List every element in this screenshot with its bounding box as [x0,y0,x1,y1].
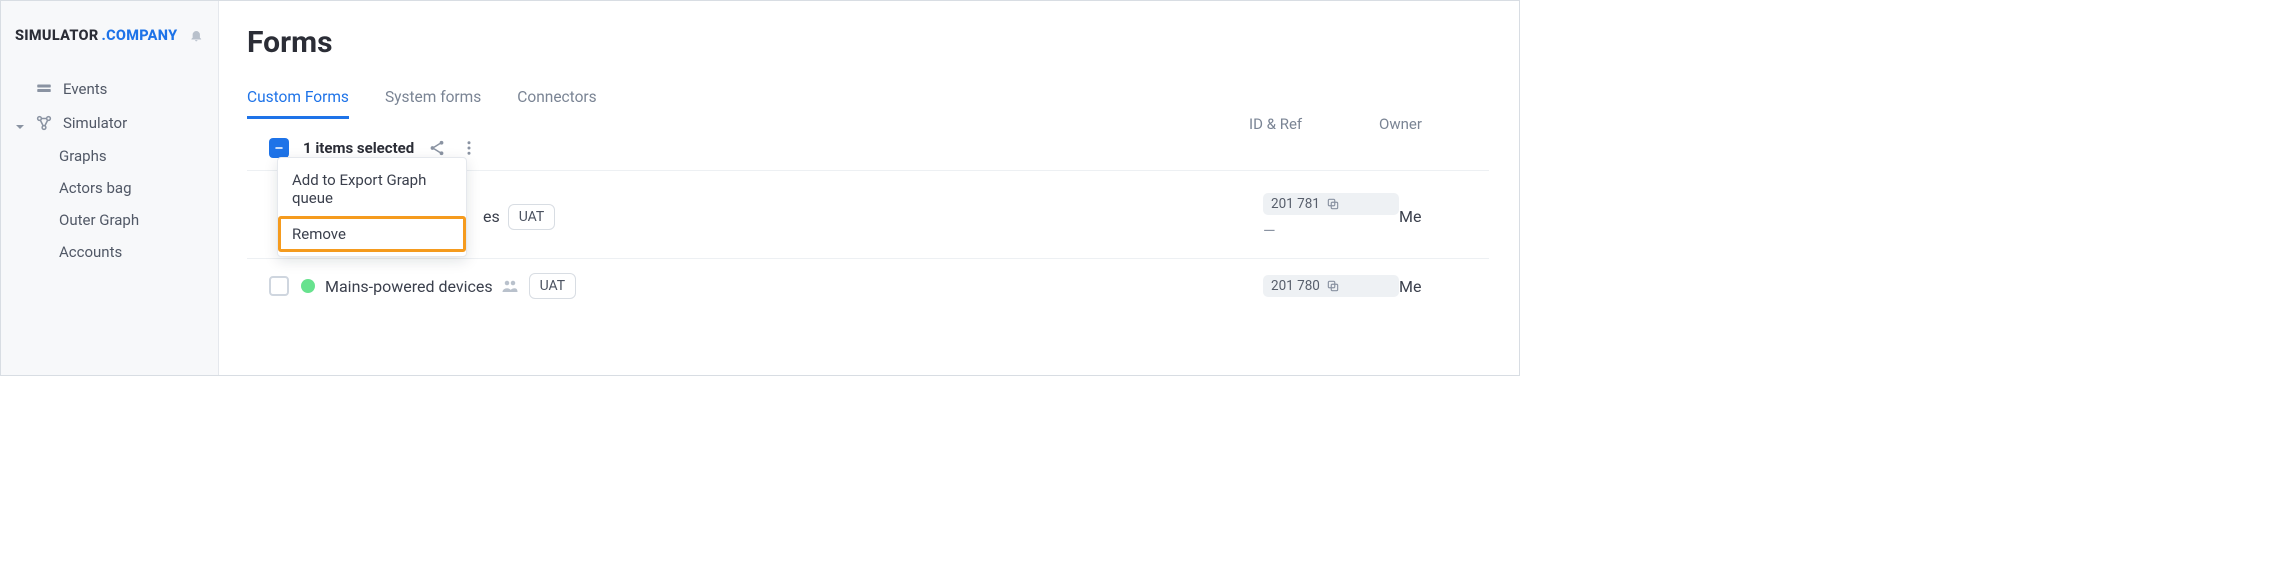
nav-sub-accounts[interactable]: Accounts [1,236,218,268]
tab-custom-forms[interactable]: Custom Forms [247,82,349,119]
row-id: 201 780 [1271,278,1320,294]
select-all-checkbox-indeterminate[interactable] [269,138,289,158]
nav-sub-graphs[interactable]: Graphs [1,140,218,172]
id-chip[interactable]: 201 781 [1263,193,1399,215]
table-row[interactable]: Mains-powered devices UAT 201 780 Me [247,258,1489,313]
selection-count: 1 items selected [303,139,414,157]
nav-item-simulator[interactable]: Simulator [1,106,218,140]
context-menu: Add to Export Graph queue Remove [277,157,467,257]
tab-connectors[interactable]: Connectors [517,82,596,119]
bell-icon[interactable] [189,28,204,44]
brand-part1: SIMULATOR [15,27,99,44]
list-header: ID & Ref Owner [1249,115,1489,133]
share-icon[interactable] [428,139,446,157]
row-name: Mains-powered devices [325,277,493,296]
nav-label: Simulator [63,114,127,132]
status-dot-icon [301,279,315,293]
sidebar: SIMULATOR .COMPANY Events Si [1,1,219,375]
page-title: Forms [247,25,1489,60]
simulator-icon [35,114,53,132]
menu-item-add-to-export[interactable]: Add to Export Graph queue [278,162,466,216]
caret-down-icon [15,118,25,128]
events-icon [35,80,53,98]
uat-tag[interactable]: UAT [508,204,556,230]
nav-list: Events Simulator Graphs Actors bag Outer… [1,72,218,268]
menu-item-remove[interactable]: Remove [278,216,466,252]
nav-sub-outer-graph[interactable]: Outer Graph [1,204,218,236]
row-name-suffix: es [483,207,500,226]
tab-system-forms[interactable]: System forms [385,82,481,119]
col-id-header[interactable]: ID & Ref [1249,115,1379,133]
row-ref: — [1263,221,1399,240]
row-id: 201 781 [1271,196,1320,212]
uat-tag[interactable]: UAT [529,273,577,299]
col-owner-header[interactable]: Owner [1379,115,1469,133]
copy-icon[interactable] [1326,279,1340,293]
nav-item-events[interactable]: Events [1,72,218,106]
more-vertical-icon[interactable] [460,139,478,157]
row-checkbox[interactable] [269,276,289,296]
id-chip[interactable]: 201 780 [1263,275,1399,297]
copy-icon[interactable] [1326,197,1340,211]
row-owner: Me [1399,277,1489,296]
nav-label: Events [63,80,107,98]
brand-part2: .COMPANY [102,27,178,44]
nav-sub-actors-bag[interactable]: Actors bag [1,172,218,204]
row-owner: Me [1399,207,1489,226]
brand-logo[interactable]: SIMULATOR .COMPANY [1,27,218,44]
people-icon [501,277,519,295]
